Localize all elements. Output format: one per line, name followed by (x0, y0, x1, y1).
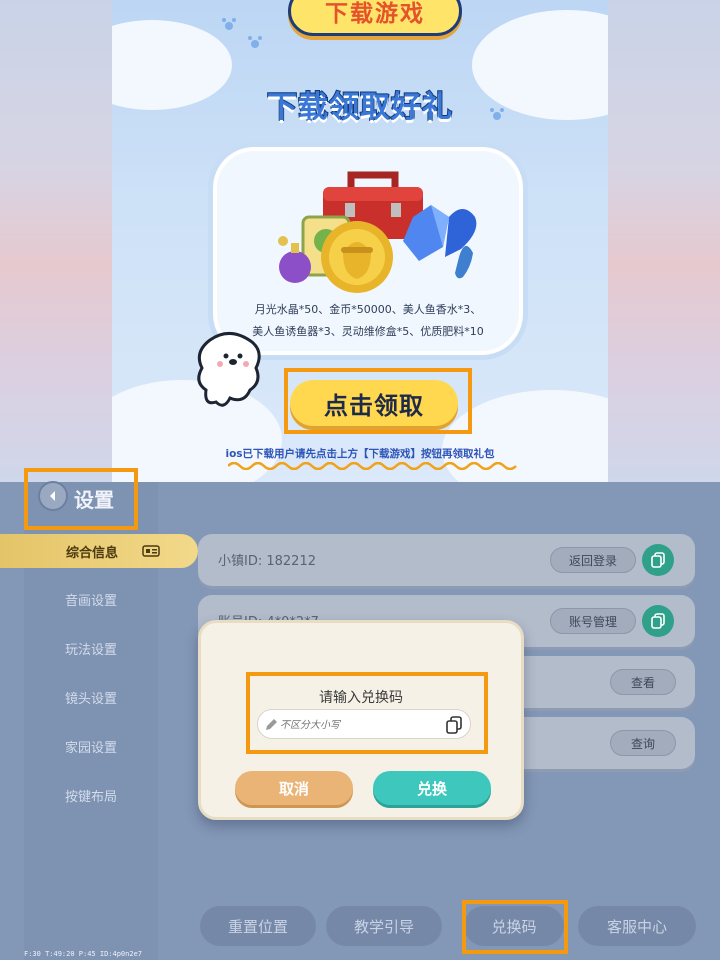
query-button[interactable]: 查询 (610, 730, 676, 756)
copy-town-id-button[interactable] (642, 544, 674, 576)
promo-panel: 下载游戏 下载领取好礼 月光水晶*50、金币*50000、美人鱼香水*3、 美人… (112, 0, 608, 482)
download-game-label: 下载游戏 (325, 1, 425, 27)
settings-sidebar: 综合信息 音画设置 玩法设置 镜头设置 家园设置 按键布局 (0, 482, 198, 960)
paw-print-icon (248, 36, 262, 48)
redeem-confirm-button[interactable]: 兑换 (373, 771, 491, 805)
sidebar-item-camera[interactable]: 镜头设置 (0, 680, 182, 714)
town-id-row: 小镇ID: 182212 返回登录 (198, 534, 695, 586)
reset-position-button[interactable]: 重置位置 (200, 906, 316, 946)
sidebar-item-home[interactable]: 家园设置 (0, 729, 182, 763)
sidebar-item-label: 音画设置 (64, 593, 117, 609)
gift-items-illustration (278, 171, 477, 293)
id-card-icon (142, 545, 160, 557)
town-id-text: 小镇ID: 182212 (218, 554, 316, 569)
redeem-highlight-box (462, 900, 568, 954)
paw-print-icon (222, 18, 236, 30)
mascot-icon (197, 332, 261, 407)
gold-coin-icon (321, 221, 393, 293)
wavy-underline (228, 462, 517, 470)
tutorial-guide-label: 教学引导 (353, 917, 414, 936)
claim-button[interactable]: 点击领取 (290, 380, 458, 426)
copy-icon (651, 552, 665, 568)
gift-line-1: 月光水晶*50、金币*50000、美人鱼香水*3、 (254, 303, 482, 316)
redeem-input-highlight-box (246, 672, 488, 754)
account-manage-label: 账号管理 (568, 614, 617, 629)
sidebar-item-audio-video[interactable]: 音画设置 (0, 582, 182, 616)
back-login-label: 返回登录 (568, 553, 617, 568)
sidebar-item-label: 家园设置 (64, 740, 117, 756)
account-manage-button[interactable]: 账号管理 (550, 608, 636, 634)
view-button[interactable]: 查看 (610, 669, 676, 695)
download-game-button[interactable]: 下载游戏 (288, 0, 462, 36)
cancel-label: 取消 (278, 779, 309, 798)
gift-frame: 月光水晶*50、金币*50000、美人鱼香水*3、 美人鱼诱鱼器*3、灵动维修盒… (208, 142, 528, 360)
redeem-confirm-label: 兑换 (416, 779, 447, 798)
cancel-button[interactable]: 取消 (235, 771, 353, 805)
mermaid-tail-icon (455, 245, 473, 279)
view-label: 查看 (630, 675, 655, 690)
sidebar-item-label: 镜头设置 (64, 691, 117, 707)
sidebar-item-general-info[interactable]: 综合信息 (0, 534, 198, 568)
sidebar-item-gameplay[interactable]: 玩法设置 (0, 631, 182, 665)
back-login-button[interactable]: 返回登录 (550, 547, 636, 573)
debug-overlay: F:30 T:49:20 P:45 ID:4p0n2e7 (24, 950, 143, 958)
ios-note: ios已下载用户请先点击上方【下载游戏】按钮再领取礼包 (225, 448, 495, 460)
sidebar-item-label: 综合信息 (65, 545, 118, 561)
tutorial-guide-button[interactable]: 教学引导 (326, 906, 442, 946)
copy-icon (651, 613, 665, 629)
sidebar-item-key-layout[interactable]: 按键布局 (0, 778, 182, 812)
copy-account-id-button[interactable] (642, 605, 674, 637)
promo-backdrop: 下载游戏 下载领取好礼 月光水晶*50、金币*50000、美人鱼香水*3、 美人… (0, 0, 720, 482)
customer-service-button[interactable]: 客服中心 (578, 906, 696, 946)
settings-highlight-box (24, 468, 138, 530)
promo-title: 下载领取好礼 (266, 89, 453, 126)
sidebar-item-label: 玩法设置 (64, 642, 117, 658)
reset-position-label: 重置位置 (227, 917, 288, 936)
screen: 下载游戏 下载领取好礼 月光水晶*50、金币*50000、美人鱼香水*3、 美人… (0, 0, 720, 960)
claim-label: 点击领取 (324, 391, 424, 420)
query-label: 查询 (630, 736, 655, 751)
customer-service-label: 客服中心 (606, 917, 667, 936)
sidebar-item-label: 按键布局 (64, 789, 117, 805)
